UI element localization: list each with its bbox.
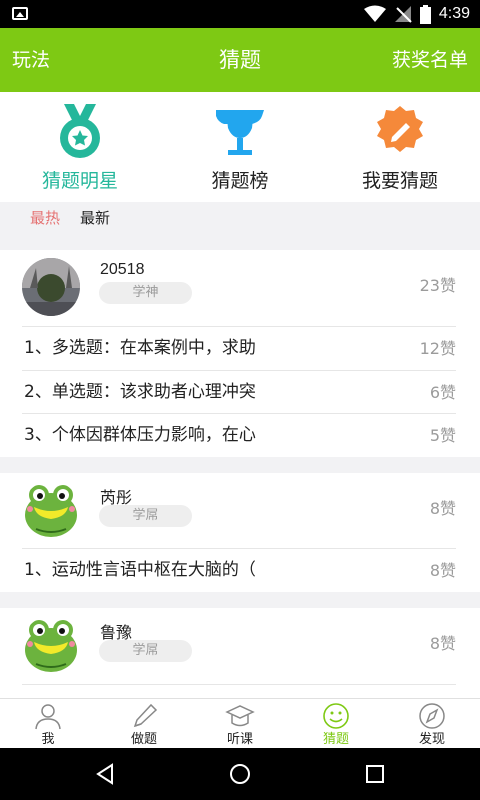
- nav-label: 做题: [130, 732, 157, 747]
- divider: [22, 684, 456, 685]
- category-label: 猜题榜: [211, 170, 269, 192]
- nav-label: 发现: [418, 732, 445, 747]
- question-text: 3、个体因群体压力影响，在心: [24, 425, 256, 445]
- username: 20518: [100, 261, 145, 278]
- person-icon: [35, 704, 61, 730]
- home-icon[interactable]: [228, 762, 252, 786]
- tab-hottest[interactable]: 最热: [30, 202, 60, 234]
- clock: 4:39: [438, 5, 470, 22]
- nav-label: 我: [41, 732, 55, 747]
- recents-icon[interactable]: [363, 762, 387, 786]
- graduation-cap-icon: [225, 705, 255, 727]
- wifi-icon: [363, 5, 386, 22]
- frog-avatar: [22, 481, 80, 539]
- question-text: 2、单选题：该求助者心理冲突: [24, 382, 256, 402]
- question-item[interactable]: 2、单选题：该求助者心理冲突 6赞: [0, 371, 480, 414]
- section-gap: [0, 234, 480, 250]
- pen-icon: [133, 703, 158, 728]
- frog-avatar: [22, 616, 80, 674]
- nav-guess[interactable]: 猜题: [288, 699, 384, 748]
- category-guess-star[interactable]: 猜题明星: [0, 92, 160, 202]
- question-item[interactable]: 1、运动性言语中枢在大脑的（ 8赞: [0, 549, 480, 592]
- status-bar: 4:39: [0, 0, 480, 28]
- rank-badge: 学屌: [99, 640, 192, 662]
- category-label: 猜题明星: [41, 170, 118, 192]
- section-gap: [0, 457, 480, 473]
- nav-label: 听课: [226, 732, 253, 747]
- nav-lectures[interactable]: 听课: [192, 699, 288, 748]
- category-leaderboard[interactable]: 猜题榜: [160, 92, 320, 202]
- like-count: 8赞: [429, 634, 456, 653]
- like-count: 6赞: [429, 383, 456, 402]
- nav-label: 猜题: [322, 732, 349, 747]
- question-item[interactable]: 3、个体因群体压力影响，在心 5赞: [0, 414, 480, 457]
- user-row[interactable]: 鲁豫 学屌 8赞: [0, 608, 480, 684]
- smile-icon: [323, 703, 349, 729]
- battery-icon: [419, 4, 431, 24]
- category-row: 猜题明星 猜题榜 我要猜题: [0, 92, 480, 202]
- question-text: 1、运动性言语中枢在大脑的（: [24, 560, 256, 580]
- medal-icon: [60, 104, 100, 158]
- user-row[interactable]: 芮彤 学屌 8赞: [0, 473, 480, 549]
- no-signal-icon: [394, 6, 412, 23]
- back-icon[interactable]: [93, 762, 117, 786]
- rank-badge: 学屌: [99, 505, 192, 527]
- user-row[interactable]: 20518 学神 23赞: [0, 250, 480, 326]
- image-notification-icon: [12, 7, 28, 20]
- like-count: 8赞: [429, 499, 456, 518]
- category-submit-guess[interactable]: 我要猜题: [320, 92, 480, 202]
- nav-me[interactable]: 我: [0, 699, 96, 748]
- question-text: 1、多选题：在本案例中，求助: [24, 338, 256, 358]
- like-count: 5赞: [429, 426, 456, 445]
- nav-discover[interactable]: 发现: [384, 699, 480, 748]
- sort-tabs: 最热 最新: [0, 202, 480, 234]
- category-label: 我要猜题: [361, 170, 438, 192]
- compass-icon: [419, 703, 445, 729]
- bottom-nav: 我 做题 听课 猜题 发现: [0, 698, 480, 748]
- winners-list-button[interactable]: 获奖名单: [392, 28, 468, 92]
- like-count: 12赞: [419, 339, 456, 358]
- pencil-badge-icon: [377, 106, 423, 152]
- trophy-icon: [216, 110, 264, 155]
- like-count: 8赞: [429, 561, 456, 580]
- app-header: 玩法 猜题 获奖名单: [0, 28, 480, 92]
- question-item[interactable]: 1、多选题：在本案例中，求助 12赞: [0, 327, 480, 370]
- tab-newest[interactable]: 最新: [80, 202, 110, 234]
- system-nav-bar: [0, 748, 480, 800]
- nav-practice[interactable]: 做题: [96, 699, 192, 748]
- section-gap: [0, 592, 480, 608]
- rank-badge: 学神: [99, 282, 192, 304]
- avatar: [22, 258, 80, 316]
- like-count: 23赞: [419, 276, 456, 295]
